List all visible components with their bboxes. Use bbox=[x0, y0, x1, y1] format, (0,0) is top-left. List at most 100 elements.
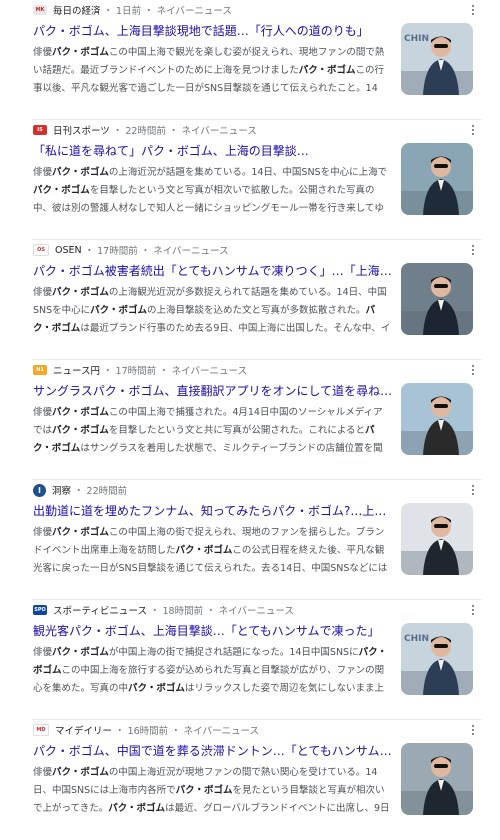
article-thumbnail[interactable] bbox=[401, 383, 473, 455]
snippet-text: 俳優 bbox=[33, 407, 53, 418]
highlighted-keyword: パク・ボゴム bbox=[175, 545, 233, 556]
article-meta: IS 日刊スポーツ・ 22時間前・ネイバーニュース bbox=[33, 123, 460, 137]
snippet-text: が中国上海の街で捕捉され話題になった。14日中国SNSに bbox=[108, 647, 359, 658]
publisher-logo-text: N1 bbox=[36, 367, 44, 373]
highlighted-keyword: パク・ボゴム bbox=[52, 407, 109, 418]
news-article[interactable]: IS 日刊スポーツ・ 22時間前・ネイバーニュース 「私に道を尋ねて」パク・ボゴム、上… bbox=[0, 120, 500, 240]
news-provider: ネイバーニュース bbox=[181, 126, 257, 137]
snippet-text: を目撃したという文と共に写真が公開された。これによると bbox=[108, 425, 366, 436]
article-thumbnail[interactable] bbox=[401, 743, 473, 815]
highlighted-keyword: パク・ボゴム bbox=[52, 47, 109, 58]
publisher-name: ニュース円 bbox=[53, 366, 101, 377]
highlighted-keyword: パク・ボゴム bbox=[128, 683, 185, 694]
thumbnail-sign-text: CHIN bbox=[404, 634, 429, 644]
highlighted-keyword: パク・ボゴム bbox=[52, 767, 109, 778]
more-options-icon[interactable] bbox=[468, 602, 478, 618]
publisher-logo-text: IS bbox=[37, 127, 43, 133]
publisher-name: 日刊スポーツ bbox=[53, 126, 110, 137]
news-article[interactable]: SPO スポーティビニュース・ 18時間前・ネイバーニュース 観光客パク・ボゴム、上海… bbox=[0, 600, 500, 720]
publisher-logo: IS bbox=[33, 125, 47, 135]
article-meta: OS OSEN ・ 17時間前・ネイバーニュース bbox=[33, 243, 460, 257]
publish-time: 16時間前 bbox=[127, 726, 169, 737]
meta-separator: ・ bbox=[112, 126, 123, 137]
article-thumbnail[interactable] bbox=[401, 143, 473, 215]
publisher-name: 洞察 bbox=[52, 486, 72, 497]
highlighted-keyword: パク・ボゴム bbox=[52, 167, 109, 178]
meta-separator: ・ bbox=[103, 6, 114, 17]
publisher-logo: N1 bbox=[33, 365, 47, 375]
snippet-text: 俳優 bbox=[33, 527, 53, 538]
news-provider: ネイバーニュース bbox=[156, 6, 232, 17]
article-title-link[interactable]: パク・ボゴム、上海目撃談現地で話題…「行人への道のりも」 bbox=[33, 23, 393, 39]
highlighted-keyword: パク・ボゴム bbox=[52, 647, 109, 658]
more-options-icon[interactable] bbox=[468, 242, 478, 258]
publisher-name: 毎日の経済 bbox=[53, 6, 101, 17]
article-snippet: 俳優パク・ボゴムが中国上海の街で捕捉され話題になった。14日中国SNSにパク・ボ… bbox=[33, 644, 391, 698]
snippet-text: 俳優 bbox=[33, 167, 53, 178]
news-article[interactable]: MD マイデイリー・ 16時間前・ネイバーニュース パク・ボゴム、中国で道を葬る渋滞ド… bbox=[0, 720, 500, 840]
snippet-text: はサングラスを着用した状態で、ミルクティーブランドの店舗位置を聞いてみたと。… bbox=[80, 443, 383, 454]
snippet-text: 俳優 bbox=[33, 287, 53, 298]
meta-separator: ・ bbox=[140, 246, 151, 257]
publisher-logo: I bbox=[33, 483, 46, 497]
news-provider: ネイバーニュース bbox=[218, 606, 294, 617]
highlighted-keyword: パク・ボゴム bbox=[90, 305, 147, 316]
publisher-logo-text: MK bbox=[35, 7, 45, 13]
publisher-logo: MK bbox=[33, 5, 47, 15]
article-thumbnail[interactable]: CHIN bbox=[401, 623, 473, 695]
publisher-logo-text: I bbox=[38, 485, 41, 495]
article-meta: MD マイデイリー・ 16時間前・ネイバーニュース bbox=[33, 723, 460, 737]
article-title-link[interactable]: パク・ボゴム、中国で道を葬る渋滞ドントン…「とてもハンサムで凍った」目… bbox=[33, 743, 393, 759]
publisher-logo: OS bbox=[33, 244, 49, 256]
publish-time: 22時間前 bbox=[125, 126, 166, 137]
news-article[interactable]: OS OSEN ・ 17時間前・ネイバーニュース パク・ボゴム被害者続出「とてもハンサム… bbox=[0, 240, 500, 360]
news-feed: MK 毎日の経済・ 1日前・ネイバーニュース パク・ボゴム、上海目撃談現地で話題…「行… bbox=[0, 0, 500, 828]
article-snippet: 俳優パク・ボゴムこの中国上海の街で捉えられ、現地のファンを揺らした。ブランドイベ… bbox=[33, 524, 391, 578]
news-provider: ネイバーニュース bbox=[153, 246, 229, 257]
publisher-logo: MD bbox=[33, 724, 49, 736]
news-article[interactable]: N1 ニュース円・ 17時間前・ネイバーニュース サングラスパク・ボゴム、直接翻訳アプ… bbox=[0, 360, 500, 480]
article-title-link[interactable]: 「私に道を尋ねて」パク・ボゴム、上海の目撃談… bbox=[33, 143, 393, 159]
snippet-text: の上海目撃談を込めた文と写真が多数拡散された。 bbox=[146, 305, 366, 316]
publisher-name: スポーティビニュース bbox=[53, 606, 147, 617]
article-title-link[interactable]: パク・ボゴム被害者続出「とてもハンサムで凍りつく」…「上海観光」目撃談… bbox=[33, 263, 393, 279]
article-thumbnail[interactable]: CHIN bbox=[401, 23, 473, 95]
highlighted-keyword: パク・ボゴム bbox=[108, 803, 166, 814]
more-options-icon[interactable] bbox=[468, 722, 478, 738]
publisher-name: OSEN bbox=[55, 244, 82, 256]
meta-separator: ・ bbox=[144, 6, 154, 17]
news-article[interactable]: MK 毎日の経済・ 1日前・ネイバーニュース パク・ボゴム、上海目撃談現地で話題…「行… bbox=[0, 0, 500, 120]
more-options-icon[interactable] bbox=[468, 122, 478, 138]
article-snippet: 俳優パク・ボゴムの上海観光近況が多数捉えられて話題を集めている。14日、中国SN… bbox=[33, 284, 391, 338]
highlighted-keyword: パク・ボゴム bbox=[52, 287, 109, 298]
publish-time: 1日前 bbox=[116, 6, 142, 17]
snippet-text: の上海近況が話題を集めている。14日、中国SNSを中心に上海で bbox=[108, 167, 388, 178]
highlighted-keyword: パク・ボゴム bbox=[298, 65, 356, 76]
meta-separator: ・ bbox=[168, 126, 179, 137]
publish-time: 17時間前 bbox=[115, 366, 157, 377]
news-provider: ネイバーニュース bbox=[171, 366, 247, 377]
article-thumbnail[interactable] bbox=[401, 263, 473, 335]
snippet-text: 俳優 bbox=[33, 647, 53, 658]
article-thumbnail[interactable] bbox=[401, 503, 473, 575]
meta-separator: ・ bbox=[84, 246, 95, 257]
publish-time: 17時間前 bbox=[97, 246, 138, 257]
article-meta: I 洞察・ 22時間前 bbox=[33, 483, 460, 497]
meta-separator: ・ bbox=[159, 366, 169, 377]
news-article[interactable]: I 洞察・22時間前出勤道に道を埋めたフンナム、知ってみたらパク・ボゴム?…上海目… bbox=[0, 480, 500, 600]
article-title-link[interactable]: 観光客パク・ボゴム、上海目撃談…「とてもハンサムで凍った」 bbox=[33, 623, 393, 639]
meta-separator: ・ bbox=[103, 366, 113, 377]
article-meta: SPO スポーティビニュース・ 18時間前・ネイバーニュース bbox=[33, 603, 460, 617]
more-options-icon[interactable] bbox=[468, 362, 478, 378]
publisher-logo-text: OS bbox=[37, 247, 45, 253]
more-options-icon[interactable] bbox=[468, 2, 478, 18]
publisher-logo: SPO bbox=[33, 605, 47, 615]
article-meta: N1 ニュース円・ 17時間前・ネイバーニュース bbox=[33, 363, 460, 377]
article-title-link[interactable]: サングラスパク・ボゴム、直接翻訳アプリをオンにして道を尋ねた…中国上… bbox=[33, 383, 393, 399]
snippet-text: 俳優 bbox=[33, 47, 53, 58]
publisher-logo-text: MD bbox=[36, 727, 46, 733]
article-snippet: 俳優パク・ボゴムの中国上海近況が現地ファンの間で熱い関心を受けている。14日、中… bbox=[33, 764, 391, 818]
article-title-link[interactable]: 出勤道に道を埋めたフンナム、知ってみたらパク・ボゴム?…上海目撃談出 bbox=[33, 503, 393, 519]
more-options-icon[interactable] bbox=[468, 482, 478, 498]
news-provider: ネイバーニュース bbox=[183, 726, 259, 737]
